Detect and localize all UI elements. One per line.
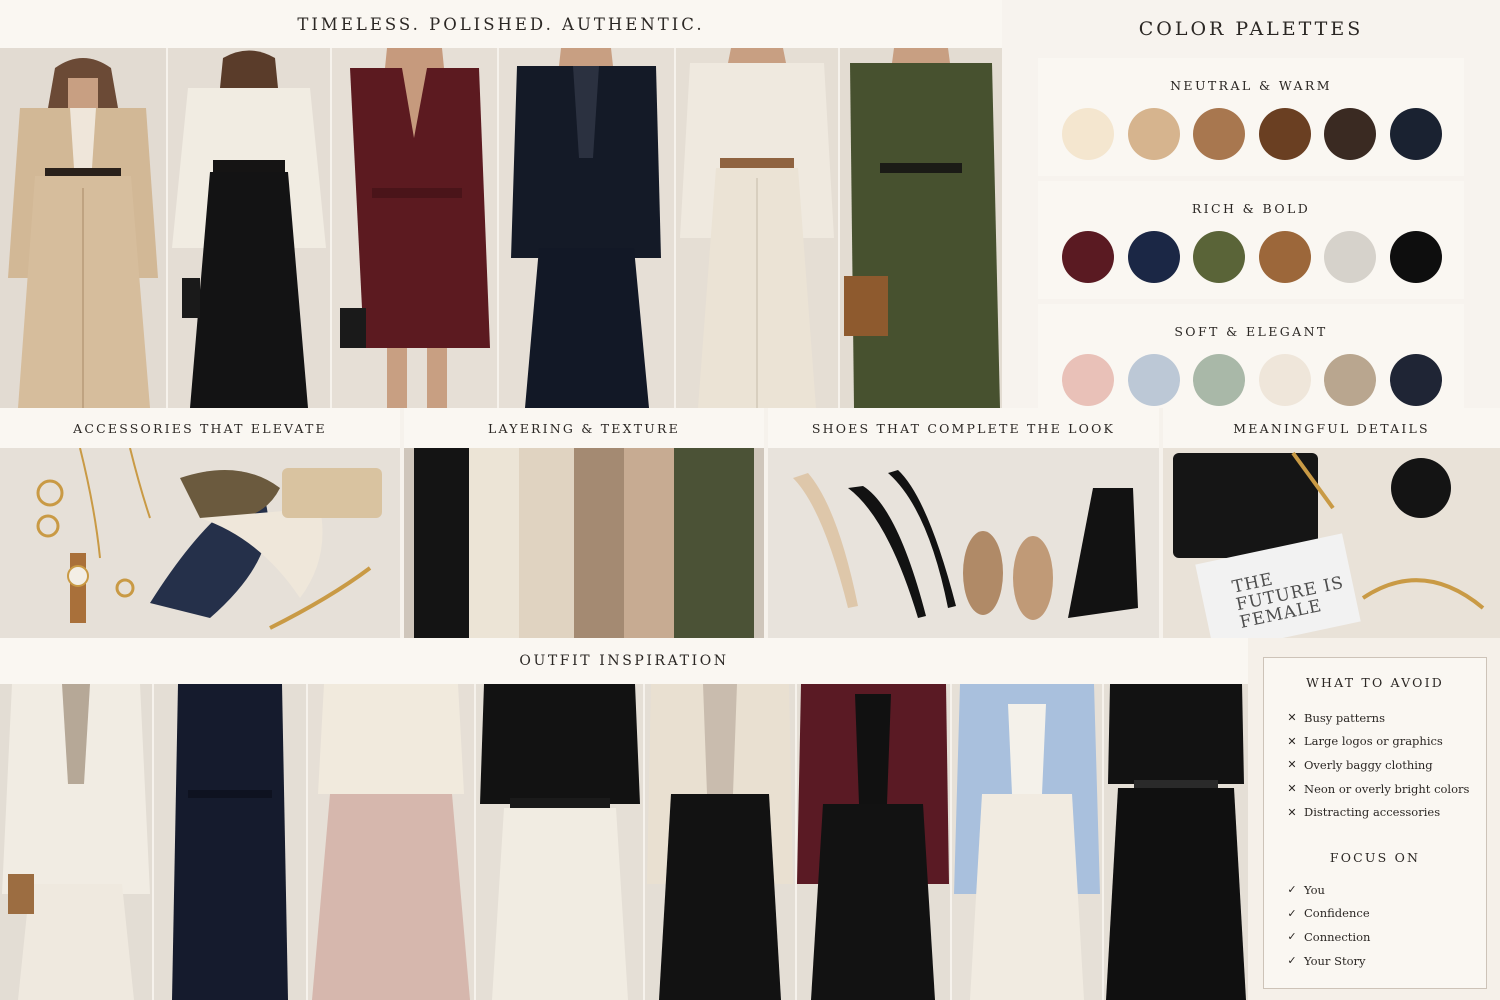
outfit-photo-burgundy-blazer xyxy=(797,684,950,1000)
color-swatch xyxy=(1193,231,1246,283)
avoid-item-label: Distracting accessories xyxy=(1304,805,1441,820)
palette-neutral-warm: NEUTRAL & WARM xyxy=(1038,58,1464,176)
outfit-photo-olive-dress xyxy=(840,48,1002,408)
color-swatch xyxy=(1258,108,1311,160)
meaningful-details-photo: THE FUTURE IS FEMALE xyxy=(1163,448,1500,638)
shoes-photo xyxy=(768,448,1159,638)
color-swatch xyxy=(1324,108,1377,160)
section-label: MEANINGFUL DETAILS xyxy=(1233,420,1430,436)
section-title-shoes: SHOES THAT COMPLETE THE LOOK xyxy=(768,408,1159,448)
outfit-photo-navy-jumpsuit xyxy=(154,684,306,1000)
color-swatch xyxy=(1389,231,1442,283)
x-mark-icon: ✕ xyxy=(1287,711,1297,725)
page-title: TIMELESS. POLISHED. AUTHENTIC. xyxy=(297,14,705,34)
color-swatch xyxy=(1127,354,1180,406)
section-label: SHOES THAT COMPLETE THE LOOK xyxy=(811,420,1116,436)
avoid-list-item: ✕ Busy patterns xyxy=(1280,706,1484,730)
avoid-list-item: ✕ Large logos or graphics xyxy=(1280,730,1484,754)
color-palettes-panel: COLOR PALETTES NEUTRAL & WARM RICH & BOL… xyxy=(1002,0,1500,408)
swatch-row xyxy=(1062,354,1442,406)
color-swatch xyxy=(1062,108,1114,160)
color-swatch xyxy=(1258,231,1311,283)
avoid-list: ✕ Busy patterns ✕ Large logos or graphics ✕ O… xyxy=(1280,706,1484,824)
x-mark-icon: ✕ xyxy=(1287,758,1297,772)
section-title-outfits: OUTFIT INSPIRATION xyxy=(0,638,1248,684)
layering-texture-photo xyxy=(404,448,764,638)
avoid-focus-card: WHAT TO AVOID ✕ Busy patterns ✕ Large logos… xyxy=(1263,657,1487,989)
avoid-item-label: Overly baggy clothing xyxy=(1304,757,1433,772)
outfit-photo-ivory-blouse xyxy=(168,48,330,408)
focus-list-item: ✓ You xyxy=(1280,878,1484,902)
color-swatch xyxy=(1193,354,1246,406)
section-label: OUTFIT INSPIRATION xyxy=(519,653,729,669)
avoid-title: WHAT TO AVOID xyxy=(1306,675,1444,690)
focus-item-label: Connection xyxy=(1304,929,1371,944)
color-swatch xyxy=(1127,231,1180,283)
color-swatch xyxy=(1062,354,1114,406)
avoid-item-label: Neon or overly bright colors xyxy=(1304,781,1470,796)
focus-title: FOCUS ON xyxy=(1329,850,1421,865)
swatch-row xyxy=(1062,231,1442,283)
palette-name: NEUTRAL & WARM xyxy=(1170,78,1332,93)
avoid-list-item: ✕ Overly baggy clothing xyxy=(1280,753,1484,777)
section-title-layering: LAYERING & TEXTURE xyxy=(404,408,764,448)
focus-list-item: ✓ Connection xyxy=(1280,925,1484,949)
x-mark-icon: ✕ xyxy=(1287,805,1297,819)
check-mark-icon: ✓ xyxy=(1287,930,1297,944)
color-swatch xyxy=(1324,231,1377,283)
palette-soft-elegant: SOFT & ELEGANT xyxy=(1038,304,1464,408)
focus-list-item: ✓ Confidence xyxy=(1280,902,1484,926)
check-mark-icon: ✓ xyxy=(1287,883,1297,897)
section-label: LAYERING & TEXTURE xyxy=(488,420,680,436)
outfit-photo-cream-blouse xyxy=(676,48,838,408)
outfit-photo-black-shirt xyxy=(476,684,643,1000)
color-swatch xyxy=(1324,354,1377,406)
focus-list: ✓ You ✓ Confidence ✓ Connection ✓ Your Story xyxy=(1280,878,1484,972)
check-mark-icon: ✓ xyxy=(1287,906,1297,920)
header-strip: TIMELESS. POLISHED. AUTHENTIC. xyxy=(0,0,1002,48)
top-outfit-row xyxy=(0,48,1002,408)
color-swatch xyxy=(1193,108,1246,160)
outfit-photo-cream-blazer xyxy=(645,684,795,1000)
avoid-item-label: Busy patterns xyxy=(1304,710,1385,725)
focus-list-item: ✓ Your Story xyxy=(1280,949,1484,973)
outfit-photo-burgundy-dress xyxy=(332,48,497,408)
color-swatch xyxy=(1127,108,1180,160)
section-title-accessories: ACCESSORIES THAT ELEVATE xyxy=(0,408,400,448)
palette-rich-bold: RICH & BOLD xyxy=(1038,181,1464,299)
outfit-photo-pink-pleated-skirt xyxy=(308,684,474,1000)
focus-item-label: Confidence xyxy=(1304,906,1370,921)
color-swatch xyxy=(1389,108,1442,160)
accessories-photo xyxy=(0,448,400,638)
color-swatch xyxy=(1062,231,1114,283)
section-label: ACCESSORIES THAT ELEVATE xyxy=(73,420,327,436)
color-swatch xyxy=(1389,354,1442,406)
outfit-photo-black-dress xyxy=(1104,684,1248,1000)
avoid-list-item: ✕ Neon or overly bright colors xyxy=(1280,777,1484,801)
outfit-photo-white-suit xyxy=(0,684,152,1000)
palette-name: RICH & BOLD xyxy=(1191,201,1311,216)
check-mark-icon: ✓ xyxy=(1287,954,1297,968)
x-mark-icon: ✕ xyxy=(1287,734,1297,748)
outfit-photo-beige-suit xyxy=(0,48,166,408)
avoid-item-label: Large logos or graphics xyxy=(1304,734,1443,749)
outfit-inspiration-row xyxy=(0,684,1248,1000)
outfit-photo-navy-suit xyxy=(499,48,674,408)
avoid-list-item: ✕ Distracting accessories xyxy=(1280,800,1484,824)
focus-item-label: Your Story xyxy=(1304,953,1366,968)
color-palettes-title: COLOR PALETTES xyxy=(1138,18,1364,40)
color-swatch xyxy=(1258,354,1311,406)
section-title-details: MEANINGFUL DETAILS xyxy=(1163,408,1500,448)
x-mark-icon: ✕ xyxy=(1287,782,1297,796)
outfit-photo-blue-blazer xyxy=(952,684,1102,1000)
focus-item-label: You xyxy=(1304,882,1325,897)
palette-name: SOFT & ELEGANT xyxy=(1174,324,1328,339)
swatch-row xyxy=(1062,108,1442,160)
